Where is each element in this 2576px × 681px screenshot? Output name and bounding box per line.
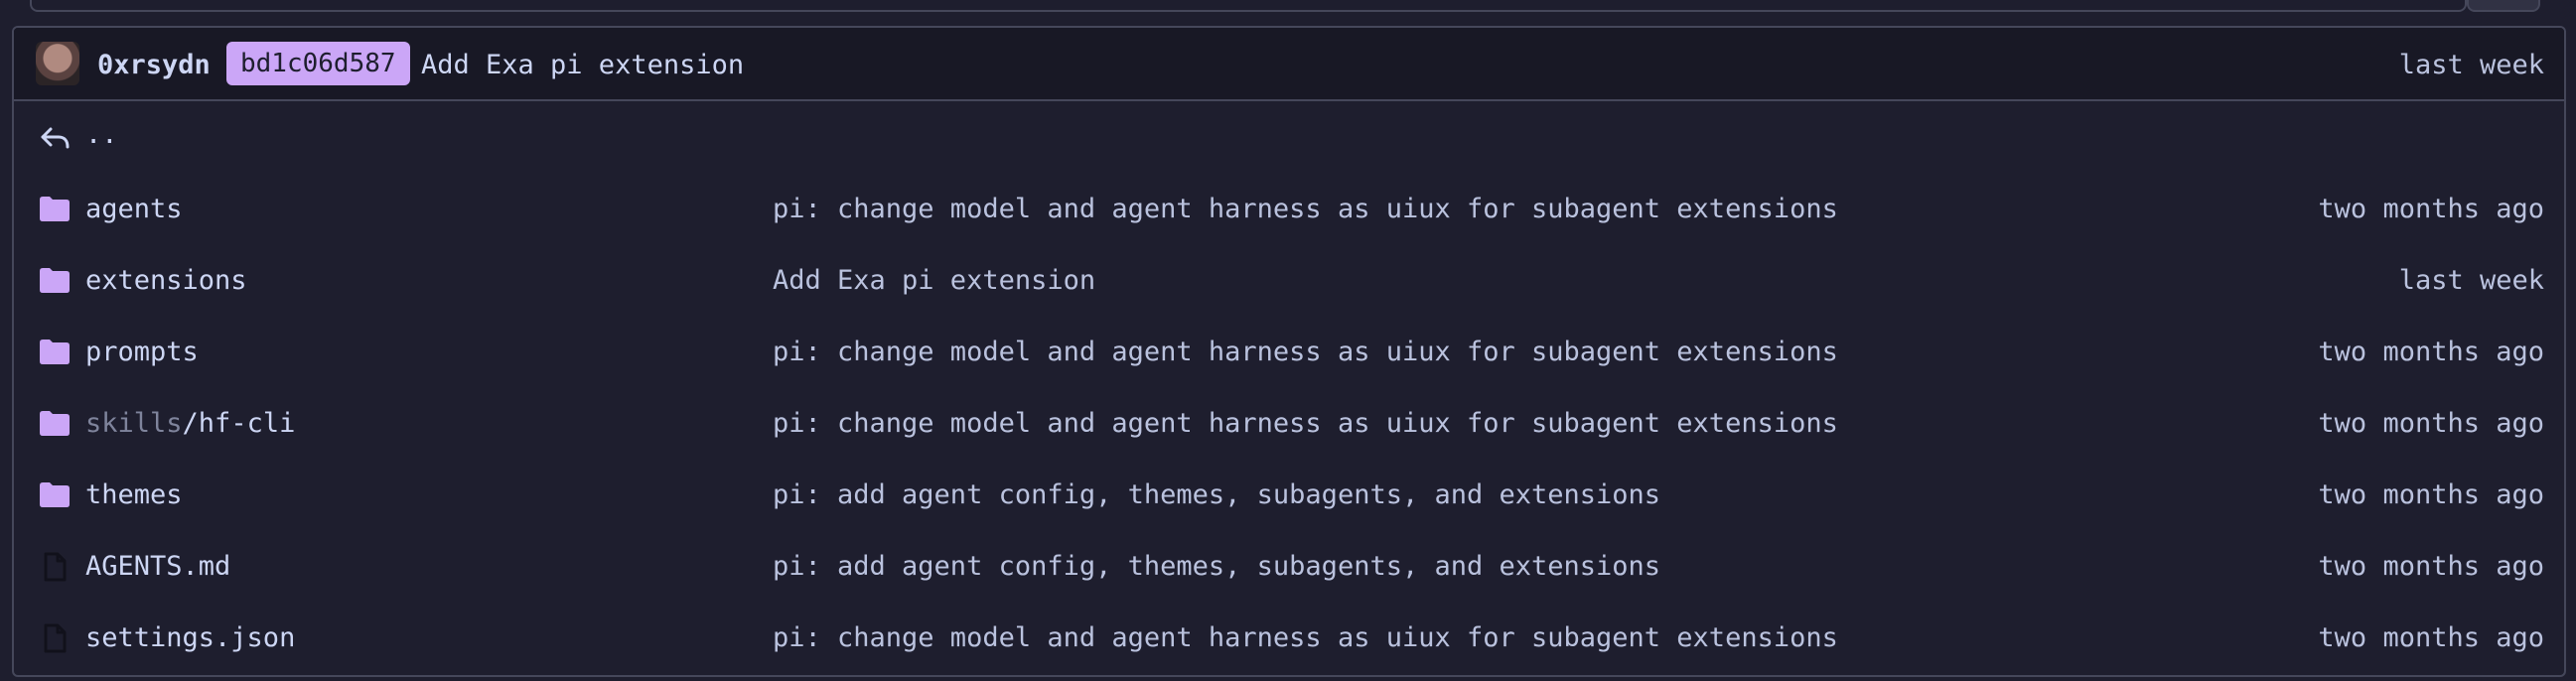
entry-commit-message[interactable]: pi: add agent config, themes, subagents,…: [773, 479, 1660, 510]
entry-time: last week: [2398, 265, 2544, 296]
list-item[interactable]: settings.json pi: change model and agent…: [14, 602, 2564, 673]
entry-time: two months ago: [2318, 479, 2544, 510]
file-list: .. agents pi: change model and agent har…: [14, 101, 2564, 673]
file-browser: 0xrsydn bd1c06d587 Add Exa pi extension …: [12, 26, 2566, 677]
top-search-field-edge[interactable]: [30, 0, 2467, 12]
entry-name[interactable]: skills/hf-cli: [85, 408, 295, 439]
entry-time: two months ago: [2318, 622, 2544, 653]
entry-name-prefix[interactable]: skills: [85, 408, 183, 439]
folder-icon: [38, 195, 72, 222]
return-arrow-icon: [38, 123, 72, 151]
entry-name[interactable]: extensions: [85, 265, 247, 296]
entry-commit-message[interactable]: Add Exa pi extension: [773, 265, 1095, 296]
file-icon: [38, 552, 72, 582]
entry-name[interactable]: prompts: [85, 337, 199, 367]
entry-commit-message[interactable]: pi: change model and agent harness as ui…: [773, 622, 1838, 653]
entry-commit-message[interactable]: pi: add agent config, themes, subagents,…: [773, 551, 1660, 582]
entry-time: two months ago: [2318, 337, 2544, 367]
entry-name[interactable]: themes: [85, 479, 183, 510]
entry-commit-message[interactable]: pi: change model and agent harness as ui…: [773, 337, 1838, 367]
entry-commit-message[interactable]: pi: change model and agent harness as ui…: [773, 194, 1838, 224]
entry-name-suffix[interactable]: /hf-cli: [183, 408, 296, 439]
list-item[interactable]: skills/hf-cli pi: change model and agent…: [14, 387, 2564, 459]
commit-time: last week: [2398, 50, 2544, 80]
folder-icon: [38, 409, 72, 437]
list-item[interactable]: themes pi: add agent config, themes, sub…: [14, 459, 2564, 530]
entry-name[interactable]: settings.json: [85, 622, 295, 653]
file-icon: [38, 623, 72, 653]
entry-time: two months ago: [2318, 194, 2544, 224]
top-action-button-edge[interactable]: [2467, 0, 2540, 12]
parent-directory-row[interactable]: ..: [14, 101, 2564, 173]
entry-time: two months ago: [2318, 408, 2544, 439]
list-item[interactable]: AGENTS.md pi: add agent config, themes, …: [14, 530, 2564, 602]
latest-commit-bar: 0xrsydn bd1c06d587 Add Exa pi extension …: [14, 28, 2564, 101]
folder-icon: [38, 266, 72, 294]
repository-page: 0xrsydn bd1c06d587 Add Exa pi extension …: [0, 0, 2576, 681]
list-item[interactable]: extensions Add Exa pi extension last wee…: [14, 244, 2564, 316]
list-item[interactable]: agents pi: change model and agent harnes…: [14, 173, 2564, 244]
commit-message[interactable]: Add Exa pi extension: [421, 50, 744, 80]
entry-time: two months ago: [2318, 551, 2544, 582]
list-item[interactable]: prompts pi: change model and agent harne…: [14, 316, 2564, 387]
folder-icon: [38, 480, 72, 508]
parent-directory-link[interactable]: ..: [85, 119, 118, 150]
commit-sha-badge[interactable]: bd1c06d587: [226, 42, 410, 85]
entry-name[interactable]: agents: [85, 194, 183, 224]
commit-author[interactable]: 0xrsydn: [97, 50, 211, 80]
top-toolbar: [0, 0, 2576, 26]
folder-icon: [38, 338, 72, 365]
entry-name[interactable]: AGENTS.md: [85, 551, 230, 582]
avatar[interactable]: [36, 42, 79, 85]
entry-commit-message[interactable]: pi: change model and agent harness as ui…: [773, 408, 1838, 439]
